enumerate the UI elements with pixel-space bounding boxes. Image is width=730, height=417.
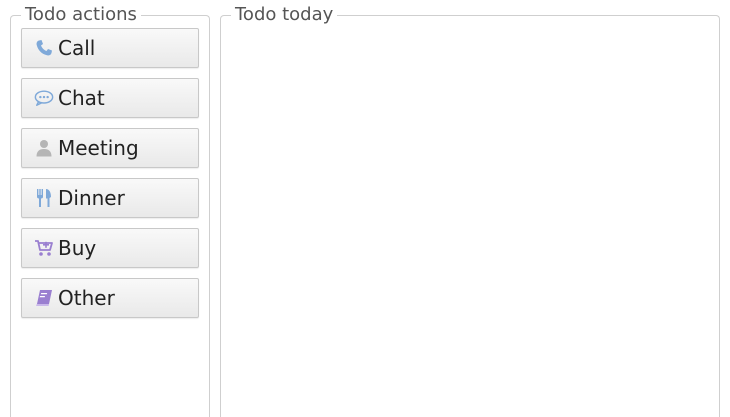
meeting-button-label: Meeting [58, 136, 139, 160]
todo-today-panel[interactable]: Todo today [220, 5, 720, 417]
cart-icon [34, 238, 54, 258]
person-icon [34, 138, 54, 158]
todo-actions-legend: Todo actions [21, 5, 141, 25]
phone-icon [34, 38, 54, 58]
dinner-button-label: Dinner [58, 186, 125, 210]
todo-actions-panel: Todo actions Call Chat Meeting Dinner Bu… [10, 5, 210, 417]
buy-button-label: Buy [58, 236, 97, 260]
speech-bubble-icon [34, 88, 54, 108]
call-button[interactable]: Call [21, 28, 199, 68]
buy-button[interactable]: Buy [21, 228, 199, 268]
fork-knife-icon [34, 188, 54, 208]
other-button[interactable]: Other [21, 278, 199, 318]
other-button-label: Other [58, 286, 115, 310]
todo-today-legend: Todo today [231, 5, 338, 25]
dinner-button[interactable]: Dinner [21, 178, 199, 218]
chat-button-label: Chat [58, 86, 105, 110]
book-icon [34, 288, 54, 308]
call-button-label: Call [58, 36, 96, 60]
chat-button[interactable]: Chat [21, 78, 199, 118]
meeting-button[interactable]: Meeting [21, 128, 199, 168]
